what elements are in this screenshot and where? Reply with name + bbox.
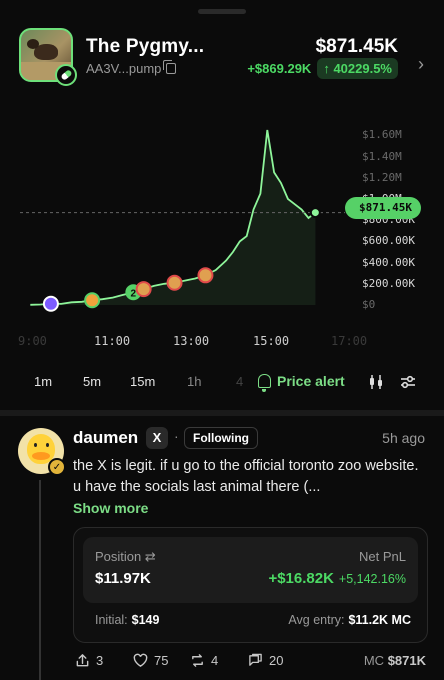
pnl-values: +$16.82K +5,142.16% (268, 570, 406, 587)
mc-value: $871K (387, 653, 426, 668)
share-count: 3 (96, 653, 104, 668)
comment-count: 20 (269, 653, 284, 668)
initial-value: $149 (131, 613, 160, 627)
y-tick-label: $1.20M (362, 170, 402, 184)
copy-icon[interactable] (163, 60, 177, 74)
repost-action[interactable]: 4 (190, 653, 218, 668)
x-tick-label: 17:00 (331, 334, 368, 348)
share-action[interactable]: 3 (75, 653, 103, 668)
avg-entry: Avg entry: $11.2K MC (288, 613, 411, 627)
like-count: 75 (154, 653, 169, 668)
candlestick-icon[interactable] (368, 374, 384, 390)
y-tick-label: $0 (362, 298, 376, 311)
sell-marker-icon[interactable] (197, 267, 214, 284)
initial-investment: Initial: $149 (95, 613, 159, 627)
repost-icon (192, 654, 203, 667)
token-price: $871.45K (315, 36, 398, 57)
heart-icon (133, 653, 148, 667)
buy-marker-icon[interactable] (84, 292, 101, 309)
comment-icon (249, 653, 262, 666)
like-action[interactable]: 75 (133, 653, 168, 668)
position-label: Position ⇄ (95, 549, 156, 564)
following-button[interactable]: Following (184, 427, 258, 449)
settings-sliders-icon[interactable] (400, 374, 416, 390)
pnl-label: Net PnL (359, 549, 406, 564)
x-tick-label: 11:00 (94, 334, 131, 348)
dot-separator: · (174, 428, 179, 444)
bell-icon (258, 374, 271, 392)
token-address[interactable]: AA3V...pump (86, 60, 177, 76)
marker-count-label: 2 (131, 288, 137, 299)
price-alert-button[interactable]: Price alert (258, 373, 345, 392)
pnl-pct: +5,142.16% (338, 572, 406, 586)
token-name: The Pygmy... (86, 36, 205, 57)
y-tick-label: $1.60M (362, 128, 402, 142)
position-card[interactable]: Position ⇄ $11.97K Net PnL +$16.82K +5,1… (73, 527, 428, 643)
pnl-abs: +$16.82K (268, 570, 334, 587)
price-change: +$869.29K ↑ 40229.5% (247, 58, 398, 79)
share-icon (76, 654, 89, 667)
post-actions: 3 75 4 20 MC $871K (0, 651, 444, 671)
pill-icon (55, 64, 77, 86)
market-cap: MC $871K (364, 653, 426, 668)
timeframe-bar: 1m 5m 15m 1h 4 Price alert (0, 371, 444, 393)
y-tick-label: $400.00K (362, 255, 415, 269)
price-change-pct: ↑ 40229.5% (317, 58, 398, 79)
y-tick-label: $600.00K (362, 234, 415, 248)
mc-label: MC (363, 653, 385, 668)
x-tick-label: 13:00 (173, 334, 210, 348)
x-tick-label: 9:00 (18, 334, 47, 348)
initial-label: Initial: (95, 613, 128, 627)
verified-icon: ✓ (48, 458, 66, 476)
comment-action[interactable]: 20 (248, 653, 283, 668)
token-header[interactable]: The Pygmy... AA3V...pump $871.45K +$869.… (0, 24, 444, 90)
sell-marker-icon[interactable] (166, 274, 183, 291)
token-address-text: AA3V...pump (86, 61, 162, 76)
thread-line (39, 480, 41, 680)
tf-15m[interactable]: 15m (130, 374, 155, 389)
pill-marker-icon[interactable] (42, 295, 59, 312)
post-author[interactable]: daumen (73, 428, 138, 448)
price-change-abs: +$869.29K (247, 61, 312, 76)
x-logo-icon[interactable]: X (146, 427, 168, 449)
show-more-link[interactable]: Show more (73, 500, 148, 516)
tf-5m[interactable]: 5m (83, 374, 101, 389)
position-value: $11.97K (95, 570, 151, 587)
repost-count: 4 (211, 653, 219, 668)
avg-entry-value: $11.2K MC (348, 613, 411, 627)
avg-entry-label: Avg entry: (288, 613, 345, 627)
sheet-grabber[interactable] (198, 9, 246, 14)
current-price-dot (309, 207, 321, 219)
chevron-right-icon[interactable]: › (418, 54, 424, 75)
y-tick-label: $1.40M (362, 149, 402, 163)
sell-marker-icon[interactable] (135, 281, 152, 298)
current-price-tag: $871.45K (345, 197, 421, 219)
x-tick-label: 15:00 (253, 334, 290, 348)
price-alert-label: Price alert (277, 373, 345, 389)
tf-1h[interactable]: 1h (187, 374, 201, 389)
position-summary: Position ⇄ $11.97K Net PnL +$16.82K +5,1… (83, 537, 418, 603)
y-tick-label: $200.00K (362, 276, 415, 290)
post-time: 5h ago (382, 430, 425, 446)
tf-4h[interactable]: 4 (236, 374, 243, 389)
tf-1m[interactable]: 1m (34, 374, 52, 389)
section-divider (0, 410, 444, 416)
post-text: the X is legit. if u go to the official … (73, 458, 419, 495)
